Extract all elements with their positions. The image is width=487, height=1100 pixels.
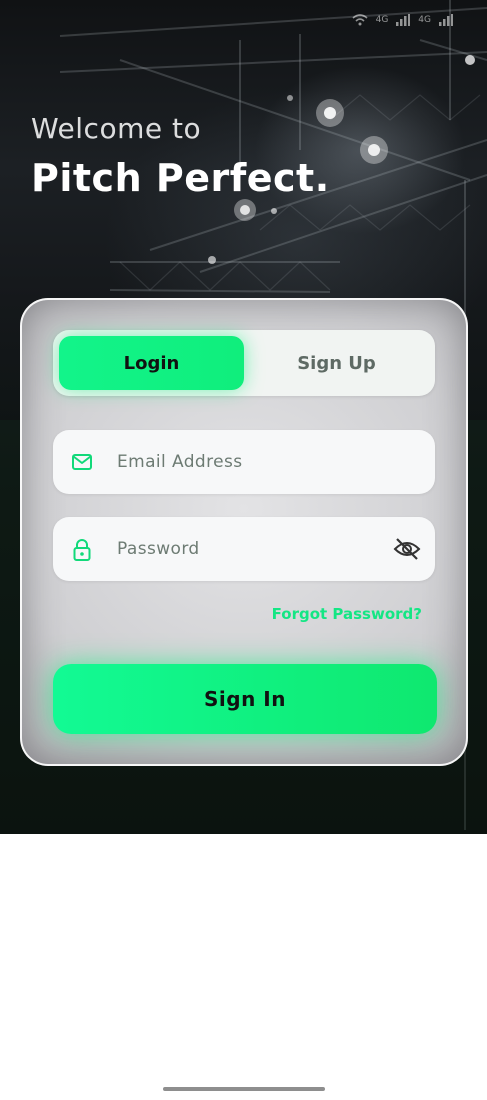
mail-icon: [72, 454, 92, 470]
wifi-icon: [352, 14, 368, 26]
auth-card: Login Sign Up Email Address Password For…: [20, 298, 468, 766]
auth-tab-switcher: Login Sign Up: [53, 330, 435, 396]
signal-icon-2: [439, 14, 453, 26]
lock-icon: [73, 539, 91, 561]
email-field[interactable]: Email Address: [53, 430, 435, 494]
email-placeholder: Email Address: [117, 452, 243, 472]
tab-sign-up[interactable]: Sign Up: [244, 336, 429, 390]
password-field[interactable]: Password: [53, 517, 435, 581]
network-label-2: 4G: [418, 15, 431, 25]
eye-off-icon[interactable]: [393, 536, 421, 562]
forgot-password-link[interactable]: Forgot Password?: [272, 605, 422, 623]
password-placeholder: Password: [117, 539, 200, 559]
tab-login[interactable]: Login: [59, 336, 244, 390]
welcome-text: Welcome to: [31, 112, 202, 145]
login-screen: 4G 4G Welcome to Pitch Perfect. Login Si…: [0, 0, 487, 1100]
signal-icon: [396, 14, 411, 26]
network-label-1: 4G: [375, 15, 389, 25]
sign-in-button[interactable]: Sign In: [53, 664, 437, 734]
app-name-title: Pitch Perfect.: [31, 156, 330, 200]
home-indicator[interactable]: [163, 1087, 325, 1091]
status-bar: 4G 4G: [352, 14, 453, 26]
